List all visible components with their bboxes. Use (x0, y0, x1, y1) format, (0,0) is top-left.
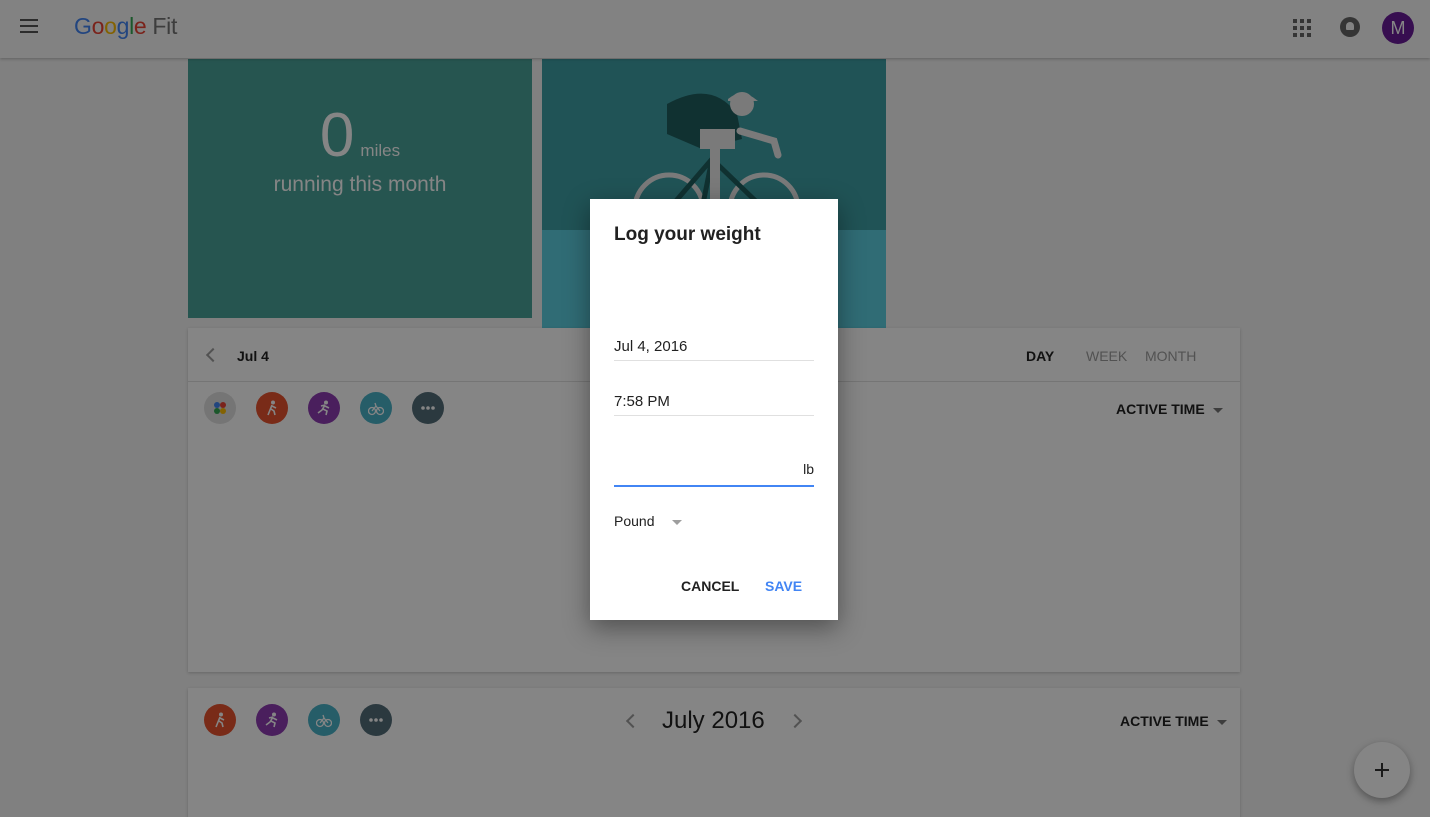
dropdown-arrow-icon (672, 519, 683, 525)
unit-select[interactable]: Pound (614, 513, 683, 529)
log-weight-dialog: Log your weight Jul 4, 2016 7:58 PM lb P… (590, 199, 838, 620)
dialog-title: Log your weight (614, 224, 761, 245)
unit-select-value: Pound (614, 513, 655, 529)
weight-unit-suffix: lb (803, 461, 814, 477)
time-field[interactable]: 7:58 PM (614, 393, 814, 416)
cancel-button[interactable]: CANCEL (681, 578, 739, 594)
weight-input[interactable]: lb (614, 453, 814, 487)
date-field[interactable]: Jul 4, 2016 (614, 338, 814, 361)
save-button[interactable]: SAVE (765, 578, 802, 594)
